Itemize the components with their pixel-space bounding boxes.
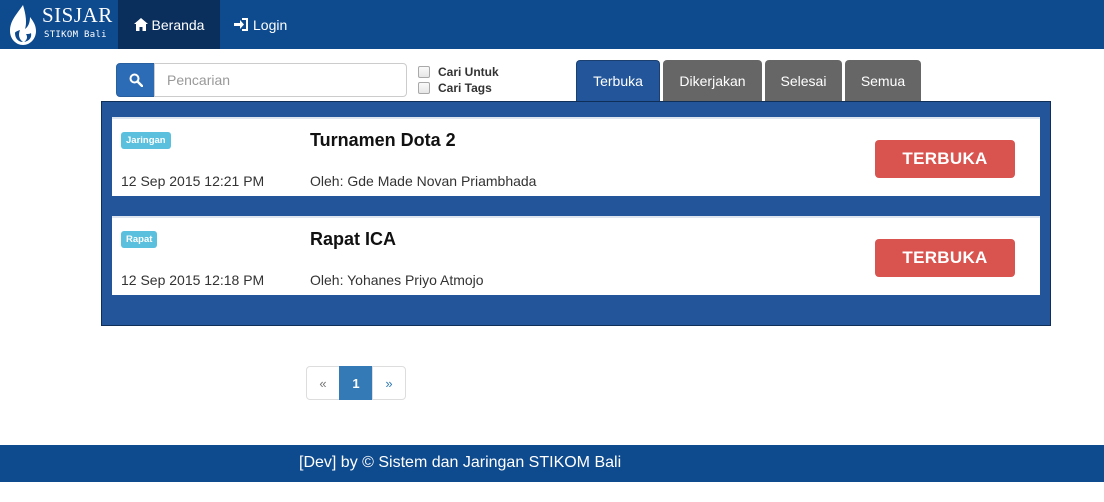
brand-name: SISJAR — [42, 3, 113, 27]
footer-text: [Dev] by © Sistem dan Jaringan STIKOM Ba… — [299, 454, 622, 471]
nav-item-label: Beranda — [151, 16, 205, 33]
brand-subtitle: STIKOM Bali — [44, 30, 107, 40]
category-badge[interactable]: Rapat — [121, 231, 158, 248]
tab-selesai[interactable]: Selesai — [765, 60, 842, 101]
checkbox-box[interactable] — [418, 66, 430, 78]
task-card[interactable]: Rapat Rapat ICA 12 Sep 2015 12:18 PM Ole… — [112, 216, 1040, 295]
navbar: SISJAR STIKOM Bali Beranda Login — [0, 0, 1104, 49]
nav-item-login[interactable]: Login — [234, 0, 287, 49]
home-icon — [133, 18, 148, 31]
tab-semua[interactable]: Semua — [845, 60, 921, 101]
status-button[interactable]: TERBUKA — [875, 239, 1015, 277]
cari-tags-checkbox[interactable]: Cari Tags — [418, 81, 492, 95]
flame-logo-icon — [10, 5, 36, 45]
task-author: Oleh: Yohanes Priyo Atmojo — [310, 272, 484, 288]
login-icon — [234, 18, 248, 31]
task-list-panel: Jaringan Turnamen Dota 2 12 Sep 2015 12:… — [101, 101, 1051, 326]
task-card[interactable]: Jaringan Turnamen Dota 2 12 Sep 2015 12:… — [112, 117, 1040, 196]
tab-terbuka[interactable]: Terbuka — [576, 60, 660, 101]
brand[interactable]: SISJAR STIKOM Bali — [0, 0, 118, 49]
nav-item-beranda[interactable]: Beranda — [118, 0, 220, 49]
page-prev-button[interactable]: « — [306, 366, 340, 400]
page-current-button[interactable]: 1 — [339, 366, 373, 400]
search-button[interactable] — [116, 63, 155, 97]
checkbox-label: Cari Untuk — [438, 65, 499, 79]
page-next-button[interactable]: » — [372, 366, 406, 400]
pagination: « 1 » — [306, 366, 406, 400]
status-button[interactable]: TERBUKA — [875, 140, 1015, 178]
search-input[interactable] — [154, 63, 407, 97]
checkbox-label: Cari Tags — [438, 81, 492, 95]
task-date: 12 Sep 2015 12:18 PM — [121, 272, 265, 288]
cari-untuk-checkbox[interactable]: Cari Untuk — [418, 65, 499, 79]
tab-dikerjakan[interactable]: Dikerjakan — [663, 60, 762, 101]
category-badge[interactable]: Jaringan — [121, 132, 171, 149]
task-date: 12 Sep 2015 12:21 PM — [121, 173, 265, 189]
checkbox-box[interactable] — [418, 82, 430, 94]
nav-item-label: Login — [253, 16, 288, 33]
task-title[interactable]: Turnamen Dota 2 — [310, 130, 456, 151]
search-icon — [129, 73, 143, 87]
footer: [Dev] by © Sistem dan Jaringan STIKOM Ba… — [0, 445, 1104, 482]
task-author: Oleh: Gde Made Novan Priambhada — [310, 173, 537, 189]
task-title[interactable]: Rapat ICA — [310, 229, 396, 250]
search-group — [116, 63, 407, 97]
